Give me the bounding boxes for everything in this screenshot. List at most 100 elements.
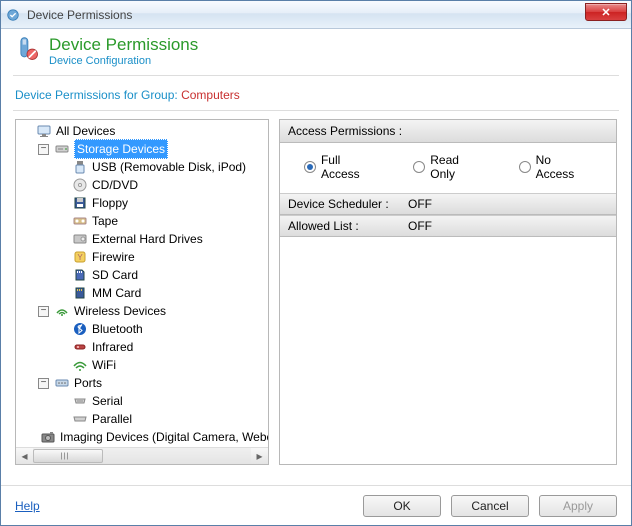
usb-icon <box>72 159 88 175</box>
tree-item[interactable]: − Wireless Devices <box>16 302 268 320</box>
scroll-right-icon[interactable]: ▸ <box>251 448 268 464</box>
close-icon: ✕ <box>601 6 610 19</box>
close-button[interactable]: ✕ <box>585 3 627 21</box>
tree-item[interactable]: − Ports <box>16 374 268 392</box>
tree-item-label: Bluetooth <box>92 320 143 338</box>
cancel-button[interactable]: Cancel <box>451 495 529 517</box>
device-scheduler-row[interactable]: Device Scheduler : OFF <box>280 193 616 215</box>
titlebar: Device Permissions ✕ <box>1 1 631 29</box>
svg-text:Y: Y <box>77 253 83 262</box>
permission-option[interactable]: Full Access <box>304 153 381 181</box>
tape-icon <box>72 213 88 229</box>
header-section: Device Permissions Device Configuration <box>1 29 631 75</box>
tree-item[interactable]: Parallel <box>16 410 268 428</box>
tree-toggle[interactable]: − <box>38 378 49 389</box>
ok-button[interactable]: OK <box>363 495 441 517</box>
bluetooth-icon <box>72 321 88 337</box>
tree-item-label: CD/DVD <box>92 176 138 194</box>
tree-item[interactable]: USB (Removable Disk, iPod) <box>16 158 268 176</box>
tree-item-label: All Devices <box>56 122 115 140</box>
tree-item[interactable]: Tape <box>16 212 268 230</box>
tree-item-label: Tape <box>92 212 118 230</box>
ports-icon <box>54 375 70 391</box>
tree-item-label: Parallel <box>92 410 132 428</box>
floppy-icon <box>72 195 88 211</box>
tree-item[interactable]: Imaging Devices (Digital Camera, Webcam) <box>16 428 268 446</box>
monitor-icon <box>36 123 52 139</box>
divider <box>13 75 619 76</box>
tree-item[interactable]: Serial <box>16 392 268 410</box>
footer: Help OK Cancel Apply <box>1 485 631 525</box>
mmcard-icon <box>72 285 88 301</box>
radio-icon <box>304 161 316 173</box>
tree-toggle[interactable]: − <box>38 144 49 155</box>
apply-button[interactable]: Apply <box>539 495 617 517</box>
permission-option-label: No Access <box>536 153 592 181</box>
help-link[interactable]: Help <box>15 499 40 513</box>
allowed-list-label: Allowed List : <box>288 219 408 233</box>
permission-option-label: Read Only <box>430 153 486 181</box>
tree-item[interactable]: CD/DVD <box>16 176 268 194</box>
tree-item-label: WiFi <box>92 356 116 374</box>
group-name: Computers <box>181 88 240 102</box>
tree-item-label: Imaging Devices (Digital Camera, Webcam) <box>60 428 268 446</box>
scrollbar-track[interactable] <box>33 448 251 464</box>
main-area: All Devices−Storage DevicesUSB (Removabl… <box>1 119 631 465</box>
allowed-list-value: OFF <box>408 219 432 233</box>
divider <box>13 110 619 111</box>
permission-option[interactable]: No Access <box>519 153 592 181</box>
infrared-icon <box>72 339 88 355</box>
tree-item[interactable]: Y Firewire <box>16 248 268 266</box>
tree-item-label: Floppy <box>92 194 128 212</box>
permission-option-label: Full Access <box>321 153 381 181</box>
tree-item-label: Wireless Devices <box>74 302 166 320</box>
tree-item-label: SD Card <box>92 266 138 284</box>
hdd-icon <box>72 231 88 247</box>
access-permissions-header: Access Permissions : <box>280 120 616 143</box>
wireless-icon <box>54 303 70 319</box>
access-permissions-options: Full Access Read Only No Access <box>280 143 616 193</box>
device-tree[interactable]: All Devices−Storage DevicesUSB (Removabl… <box>16 120 268 447</box>
tree-item[interactable]: All Devices <box>16 122 268 140</box>
tree-item[interactable]: SD Card <box>16 266 268 284</box>
serial-icon <box>72 393 88 409</box>
page-subtitle: Device Configuration <box>49 55 198 67</box>
tree-item[interactable]: Bluetooth <box>16 320 268 338</box>
scrollbar-thumb[interactable] <box>33 449 103 463</box>
disc-icon <box>72 177 88 193</box>
radio-icon <box>413 161 425 173</box>
tree-toggle[interactable]: − <box>38 306 49 317</box>
parallel-icon <box>72 411 88 427</box>
permissions-panel: Access Permissions : Full Access Read Onl… <box>279 119 617 465</box>
tree-item[interactable]: − Storage Devices <box>16 140 268 158</box>
tree-item-label: USB (Removable Disk, iPod) <box>92 158 246 176</box>
tree-item-label: Storage Devices <box>74 139 168 159</box>
horizontal-scrollbar[interactable]: ◂ ▸ <box>16 447 268 464</box>
tree-item-label: External Hard Drives <box>92 230 203 248</box>
tree-item-label: Firewire <box>92 248 135 266</box>
device-permissions-icon <box>13 35 41 63</box>
tree-item[interactable]: External Hard Drives <box>16 230 268 248</box>
device-scheduler-value: OFF <box>408 197 432 211</box>
page-title: Device Permissions <box>49 35 198 55</box>
radio-icon <box>519 161 531 173</box>
scroll-left-icon[interactable]: ◂ <box>16 448 33 464</box>
tree-item[interactable]: Floppy <box>16 194 268 212</box>
window-title: Device Permissions <box>27 8 132 22</box>
tree-item[interactable]: Infrared <box>16 338 268 356</box>
tree-item[interactable]: WiFi <box>16 356 268 374</box>
permission-option[interactable]: Read Only <box>413 153 486 181</box>
tree-item-label: MM Card <box>92 284 141 302</box>
sdcard-icon <box>72 267 88 283</box>
tree-item[interactable]: MM Card <box>16 284 268 302</box>
allowed-list-row[interactable]: Allowed List : OFF <box>280 215 616 237</box>
group-label: Device Permissions for Group: <box>15 88 178 102</box>
device-scheduler-label: Device Scheduler : <box>288 197 408 211</box>
group-line: Device Permissions for Group: Computers <box>1 84 631 110</box>
tree-item-label: Ports <box>74 374 102 392</box>
tree-item-label: Serial <box>92 392 123 410</box>
camera-icon <box>40 429 56 445</box>
app-icon <box>5 7 21 23</box>
firewire-icon: Y <box>72 249 88 265</box>
drive-icon <box>54 141 70 157</box>
